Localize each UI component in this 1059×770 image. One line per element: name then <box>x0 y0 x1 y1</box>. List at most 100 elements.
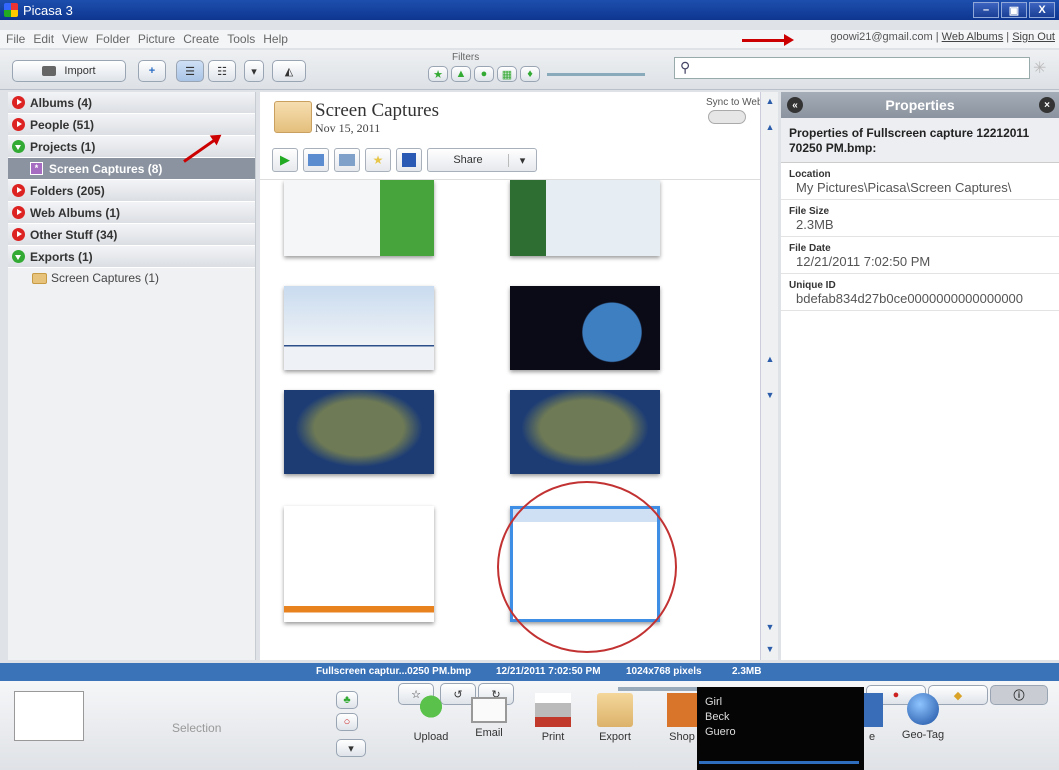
window-title: Picasa 3 <box>23 2 73 18</box>
menu-view[interactable]: View <box>62 32 88 46</box>
scroll-page-up-icon[interactable]: ▲ <box>763 352 777 366</box>
play-icon: ▶ <box>280 152 290 167</box>
album-add-button[interactable]: ▾ <box>336 739 366 757</box>
close-panel-icon[interactable]: × <box>1039 97 1055 113</box>
collapse-arrow-icon[interactable] <box>12 140 25 153</box>
menu-folder[interactable]: Folder <box>96 32 130 46</box>
add-to-project-button[interactable] <box>303 148 329 172</box>
export-folder-icon <box>597 693 633 727</box>
thumbnail[interactable] <box>284 390 434 474</box>
list-view-button[interactable]: ☰ <box>176 60 204 82</box>
thumbnail[interactable] <box>510 390 660 474</box>
sidebar-item-label: Folders (205) <box>30 183 105 198</box>
tray-thumbnail[interactable] <box>14 691 84 741</box>
export-button[interactable]: Export <box>592 693 638 743</box>
scroll-down-icon[interactable]: ▼ <box>763 620 777 634</box>
pin-icon: ♣ <box>343 694 351 706</box>
properties-header: « Properties × <box>781 92 1059 118</box>
expand-arrow-icon[interactable] <box>12 96 25 109</box>
import-button[interactable]: Import <box>12 60 126 82</box>
sign-out-link[interactable]: Sign Out <box>1012 31 1055 43</box>
hold-button[interactable]: ♣ <box>336 691 358 709</box>
properties-title: Properties <box>885 97 955 113</box>
save-button[interactable] <box>396 148 422 172</box>
popup-line: Girl <box>705 696 723 708</box>
web-albums-link[interactable]: Web Albums <box>942 31 1004 43</box>
property-label: File Size <box>789 206 830 217</box>
scroll-top-icon[interactable]: ▲ <box>763 94 777 108</box>
menu-picture[interactable]: Picture <box>138 32 175 46</box>
email-button[interactable]: Email <box>468 693 510 739</box>
sidebar-item-export-screen-captures[interactable]: Screen Captures (1) <box>8 268 255 288</box>
minimize-button[interactable]: – <box>973 2 999 18</box>
collapse-arrow-icon[interactable] <box>12 250 25 263</box>
menu-edit[interactable]: Edit <box>33 32 54 46</box>
menu-help[interactable]: Help <box>263 32 288 46</box>
sidebar-item-label: Screen Captures (1) <box>51 271 160 285</box>
uploaded-filter-icon[interactable]: ▲ <box>451 66 471 82</box>
sidebar-item-screen-captures[interactable]: * Screen Captures (8) <box>8 158 255 180</box>
slideshow-button[interactable]: ▶ <box>272 148 298 172</box>
expand-arrow-icon[interactable] <box>12 228 25 241</box>
menu-tools[interactable]: Tools <box>227 32 255 46</box>
sidebar-item-label: Projects (1) <box>30 139 96 154</box>
menu-file[interactable]: File <box>6 32 25 46</box>
property-label: Unique ID <box>789 280 836 291</box>
upload-button[interactable]: Upload <box>410 693 452 743</box>
popup-slider[interactable] <box>699 761 859 764</box>
sidebar-item-albums[interactable]: Albums (4) <box>8 92 255 114</box>
properties-intro: Properties of Fullscreen capture 1221201… <box>781 118 1059 163</box>
star-button[interactable]: ★ <box>365 148 391 172</box>
close-button[interactable]: X <box>1029 2 1055 18</box>
detail-view-button[interactable]: ☷ <box>208 60 236 82</box>
album-scrollbar[interactable]: ▲ ▲ ▲ ▼ ▼ ▼ <box>760 92 778 660</box>
starred-filter-icon[interactable]: ★ <box>428 66 448 82</box>
people-button[interactable]: ◭ <box>272 60 306 82</box>
sidebar-item-exports[interactable]: Exports (1) <box>8 246 255 268</box>
share-dropdown-icon[interactable]: ▾ <box>508 153 536 167</box>
camera-icon <box>42 66 57 76</box>
clear-button[interactable]: ○ <box>336 713 358 731</box>
status-size: 2.3MB <box>732 666 762 677</box>
geo-tag-button[interactable]: Geo-Tag <box>900 693 946 741</box>
thumbnail[interactable] <box>510 180 660 256</box>
map-pin-icon: ● <box>892 689 900 701</box>
expand-arrow-icon[interactable] <box>12 184 25 197</box>
zoom-slider[interactable] <box>618 687 698 691</box>
geotag-filter-icon[interactable]: ♦ <box>520 66 540 82</box>
sidebar-item-folders[interactable]: Folders (205) <box>8 180 255 202</box>
view-dropdown-button[interactable]: ▾ <box>244 60 264 82</box>
collage-button[interactable] <box>334 148 360 172</box>
sidebar-item-web-albums[interactable]: Web Albums (1) <box>8 202 255 224</box>
expand-arrow-icon[interactable] <box>12 206 25 219</box>
filters-label: Filters <box>452 52 480 63</box>
search-input[interactable] <box>674 57 1030 79</box>
collapse-panel-icon[interactable]: « <box>787 97 803 113</box>
thumbnail[interactable] <box>284 506 434 622</box>
add-to-album-button[interactable]: + <box>138 60 166 82</box>
shop-button[interactable]: Shop <box>662 693 702 743</box>
annotation-arrow <box>742 34 794 46</box>
scroll-up-icon[interactable]: ▲ <box>763 120 777 134</box>
maximize-button[interactable]: ▣ <box>1001 2 1027 18</box>
thumbnail[interactable] <box>284 180 434 256</box>
share-button[interactable]: Share ▾ <box>427 148 537 172</box>
thumbnail[interactable] <box>510 286 660 370</box>
info-panel-button[interactable]: ⓘ <box>990 685 1048 705</box>
scroll-page-down-icon[interactable]: ▼ <box>763 388 777 402</box>
movie-filter-icon[interactable]: ▦ <box>497 66 517 82</box>
thumbnail[interactable] <box>284 286 434 370</box>
sync-to-web-toggle[interactable] <box>708 110 746 124</box>
sidebar-item-label: Other Stuff (34) <box>30 227 118 242</box>
sidebar-item-label: Exports (1) <box>30 249 93 264</box>
movie-icon <box>861 693 883 727</box>
print-button[interactable]: Print <box>530 693 576 743</box>
expand-arrow-icon[interactable] <box>12 118 25 131</box>
sidebar-item-other-stuff[interactable]: Other Stuff (34) <box>8 224 255 246</box>
selection-label: Selection <box>172 721 222 735</box>
date-filter-slider[interactable] <box>547 73 645 76</box>
scroll-bottom-icon[interactable]: ▼ <box>763 642 777 656</box>
faces-filter-icon[interactable]: ● <box>474 66 494 82</box>
menu-create[interactable]: Create <box>183 32 219 46</box>
properties-panel: « Properties × Properties of Fullscreen … <box>781 92 1059 660</box>
